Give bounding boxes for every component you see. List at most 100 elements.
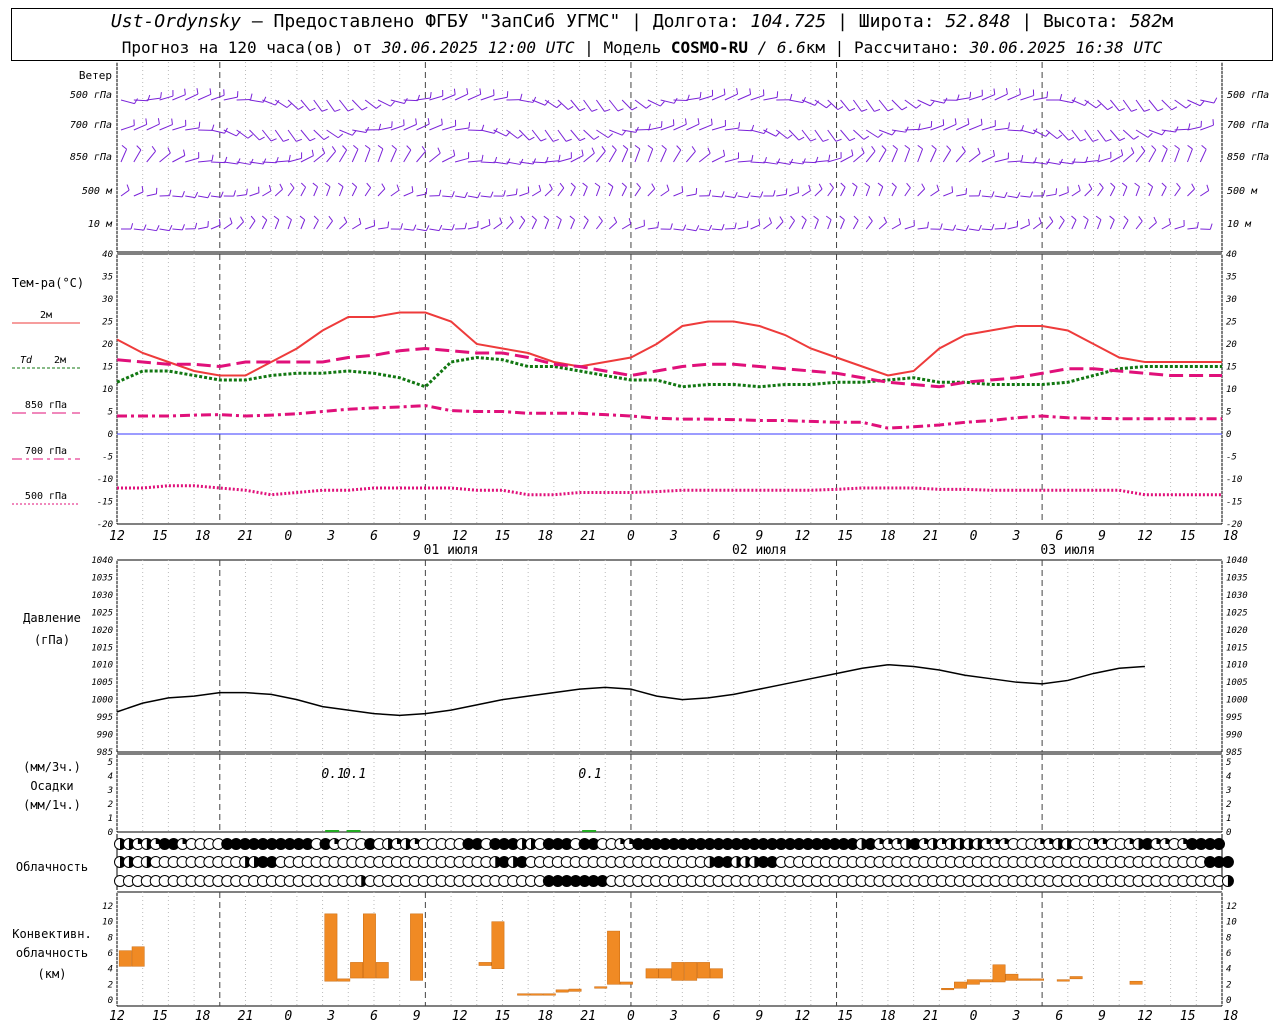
cloud-cover-circle [230,875,243,887]
wind-barb [685,151,696,163]
wind-barb-feather [707,147,711,154]
wind-barb [686,123,700,131]
cloud-cover-circle [944,838,957,850]
wind-barb-feather [967,118,970,125]
wind-barb [917,99,931,107]
cloud-cover-circle [542,875,555,887]
wind-level-label-right: 500 гПа [1227,90,1269,101]
wind-barb-feather [411,186,414,193]
wind-barb-feather [861,147,865,154]
precip-tick-label: 4 [108,772,113,782]
temp-legend-label: 2м [40,310,52,321]
cloud-cover-circle [1114,875,1127,887]
wind-barb-feather [708,224,713,231]
wind-barb-feather [1021,155,1024,162]
cloud-cover-circle [614,856,627,868]
wind-barb [583,99,593,112]
wind-barb [197,93,212,101]
cloud-cover-circle [498,838,511,850]
cloud-cover-circle [953,875,966,887]
cloud-cover-circle [596,875,609,887]
cloud-cover-circle [837,838,850,850]
wind-barb [956,97,971,101]
cloud-cover-circle [1043,838,1056,850]
cloud-cover-circle [203,856,216,868]
cloud-cover-circle [882,838,895,850]
cloud-cover-circle [256,838,269,850]
meteogram-svg: 12 15 18 21 0 3 6 9 12 15 18 21 0 3 6 9 12 15 18 21 0 3 6 9 12 15… [12,62,1269,1024]
wind-barb-feather [396,184,400,191]
wind-barb [1046,193,1057,197]
conv-cloud-bar [941,988,955,991]
cloud-cover-circle [364,875,377,887]
cloud-cover-quarter [995,838,1002,844]
wind-barb [686,97,701,101]
cloud-cover-circle [882,856,895,868]
cloud-cover-circle [310,856,323,868]
wind-barb [249,192,260,197]
cloud-cover-circle [739,838,752,850]
wind-barb-feather [927,221,929,228]
wind-barb-feather [299,215,305,221]
wind-barb [724,157,739,163]
time-tick-label: 12 [109,529,125,544]
wind-barb [840,129,850,141]
wind-barb [159,152,171,163]
wind-barb-feather [601,146,606,152]
wind-barb [775,129,788,139]
cloud-cover-circle [909,875,922,887]
wind-barb-feather [1196,221,1199,228]
wind-barb [994,227,1005,230]
pressure-tick-label-right: 1020 [1226,626,1248,636]
wind-barb [724,195,735,199]
wind-barb [1161,99,1173,111]
wind-barb [1084,219,1089,230]
wind-barb [364,187,372,197]
cloud-cover-circle [346,838,359,850]
time-tick-label: 15 [152,1009,168,1024]
cloud-cover-half [388,838,394,850]
precip-value-label: 0.1 [321,767,344,782]
wind-barb-feather [358,217,362,224]
wind-barb-feather [1119,137,1126,142]
cloud-cover-half [128,838,135,850]
cloud-cover-circle [560,856,573,868]
wind-barb [621,148,629,163]
cloud-cover-circle [1221,875,1234,887]
wind-barb [1110,154,1123,163]
temp-tick-label: 30 [101,295,113,305]
wind-barb-feather [311,149,314,156]
cloud-cover-circle [819,838,832,850]
wind-barb [506,161,521,165]
wind-barb [660,124,675,131]
wind-barb [943,228,954,231]
cloud-cover-circle [489,856,502,868]
wind-barb [467,226,478,230]
cloud-cover-circle [265,875,278,887]
cloud-cover-circle [944,856,957,868]
conv-cloud-bar [1129,980,1143,985]
cloud-cover-circle [864,875,877,887]
wind-barb-feather [943,97,948,104]
temp-tick-label: 0 [108,430,113,440]
wind-barb [210,129,225,134]
time-tick-label: 6 [370,1009,378,1024]
wind-barb-feather [1072,158,1076,165]
wind-barb-feather [952,224,957,231]
wind-barb-feather [184,88,186,95]
wind-barb-feather [883,216,888,223]
wind-barb [1058,129,1069,141]
cloud-cover-circle [560,875,573,887]
cloud-cover-circle [712,875,725,887]
pressure-tick-label: 995 [97,713,113,723]
cloud-cover-circle [819,856,832,868]
wind-barb-feather [892,144,898,150]
conv-title1: Конвективн. [12,927,91,941]
cloud-cover-circle [114,856,126,868]
wind-barb-feather [218,219,221,226]
cloud-cover-circle [1132,856,1145,868]
cloud-cover-circle [1070,838,1083,850]
wind-barb [699,228,710,232]
wind-barb [1174,225,1185,230]
cloud-cover-circle [989,856,1002,868]
